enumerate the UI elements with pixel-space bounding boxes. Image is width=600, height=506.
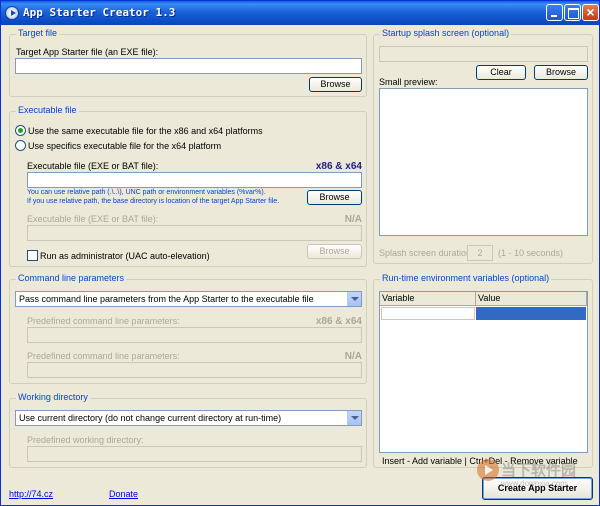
title-bar[interactable]: App Starter Creator 1.3: [1, 1, 599, 25]
target-browse-button[interactable]: Browse: [309, 77, 362, 92]
executable-hint-line2: If you use relative path, the base direc…: [27, 198, 280, 205]
executable-x64-input: [27, 225, 362, 241]
executable-hint-line1: You can use relative path (.\..\), UNC p…: [27, 189, 266, 196]
minimize-button[interactable]: [546, 4, 563, 21]
splash-screen-group-label: Startup splash screen (optional): [380, 28, 512, 38]
env-variables-group-label: Run-time environment variables (optional…: [380, 273, 552, 283]
run-as-admin-label[interactable]: Run as administrator (UAC auto-elevation…: [40, 251, 210, 261]
splash-duration-range: (1 - 10 seconds): [498, 248, 564, 258]
app-icon: [5, 6, 19, 20]
predefined-workdir-label: Predefined working directory:: [27, 435, 144, 445]
predefined-params-input: [27, 327, 362, 343]
target-file-group-label: Target file: [16, 28, 60, 38]
command-line-mode-value: Pass command line parameters from the Ap…: [19, 294, 314, 304]
predefined-params-x64-input: [27, 362, 362, 378]
splash-duration-label: Splash screen duration:: [379, 248, 474, 258]
executable-field-label: Executable file (EXE or BAT file):: [27, 161, 159, 171]
command-line-mode-select[interactable]: Pass command line parameters from the Ap…: [15, 291, 362, 307]
website-link[interactable]: http://74.cz: [9, 489, 53, 499]
target-file-label: Target App Starter file (an EXE file):: [16, 47, 159, 57]
radio-specific-executable-label[interactable]: Use specifics executable file for the x6…: [28, 141, 221, 151]
radio-specific-executable[interactable]: [15, 140, 26, 151]
app-window: App Starter Creator 1.3 Target file Targ…: [0, 0, 600, 506]
splash-clear-button[interactable]: Clear: [476, 65, 526, 80]
chevron-down-icon[interactable]: [347, 292, 361, 306]
column-header-value[interactable]: Value: [476, 292, 587, 306]
platform-na-mark: N/A: [344, 214, 362, 225]
watermark-logo-icon: [477, 459, 499, 481]
radio-same-executable-label[interactable]: Use the same executable file for the x86…: [28, 126, 263, 136]
executable-browse-button[interactable]: Browse: [307, 190, 362, 205]
platform-x86-x64-mark: x86 & x64: [315, 161, 362, 172]
executable-x64-browse-button: Browse: [307, 244, 362, 259]
predefined-params-platform-mark: x86 & x64: [315, 316, 362, 327]
splash-duration-input: 2: [467, 245, 493, 261]
watermark-url: www.downxia.com: [501, 479, 567, 488]
value-cell-selected[interactable]: [476, 307, 586, 320]
splash-browse-button[interactable]: Browse: [534, 65, 588, 80]
radio-same-executable[interactable]: [15, 125, 26, 136]
maximize-button[interactable]: [564, 4, 581, 21]
run-as-admin-checkbox[interactable]: [27, 250, 38, 261]
executable-file-group-label: Executable file: [16, 105, 79, 115]
command-line-group-label: Command line parameters: [16, 273, 127, 283]
donate-link[interactable]: Donate: [109, 489, 138, 499]
predefined-params-x64-label: Predefined command line parameters:: [27, 351, 180, 361]
small-preview-label: Small preview:: [379, 77, 438, 87]
predefined-params-label: Predefined command line parameters:: [27, 316, 180, 326]
close-button[interactable]: [582, 4, 599, 21]
target-file-input[interactable]: [15, 58, 362, 74]
predefined-workdir-input: [27, 446, 362, 462]
splash-file-input: [379, 46, 588, 62]
working-directory-group-label: Working directory: [16, 392, 90, 402]
window-title: App Starter Creator 1.3: [23, 6, 176, 19]
working-directory-select[interactable]: Use current directory (do not change cur…: [15, 410, 362, 426]
executable-file-input[interactable]: [27, 172, 362, 188]
predefined-params-na-mark: N/A: [344, 351, 362, 362]
env-variables-table[interactable]: Variable Value: [379, 291, 588, 453]
splash-preview-area: [379, 88, 588, 236]
working-directory-value: Use current directory (do not change cur…: [19, 413, 282, 423]
chevron-down-icon[interactable]: [347, 411, 361, 425]
variable-cell-editing[interactable]: [381, 307, 475, 320]
column-header-variable[interactable]: Variable: [380, 292, 476, 306]
executable-x64-field-label: Executable file (EXE or BAT file):: [27, 214, 159, 224]
watermark-text: 当下软件园: [501, 462, 577, 479]
